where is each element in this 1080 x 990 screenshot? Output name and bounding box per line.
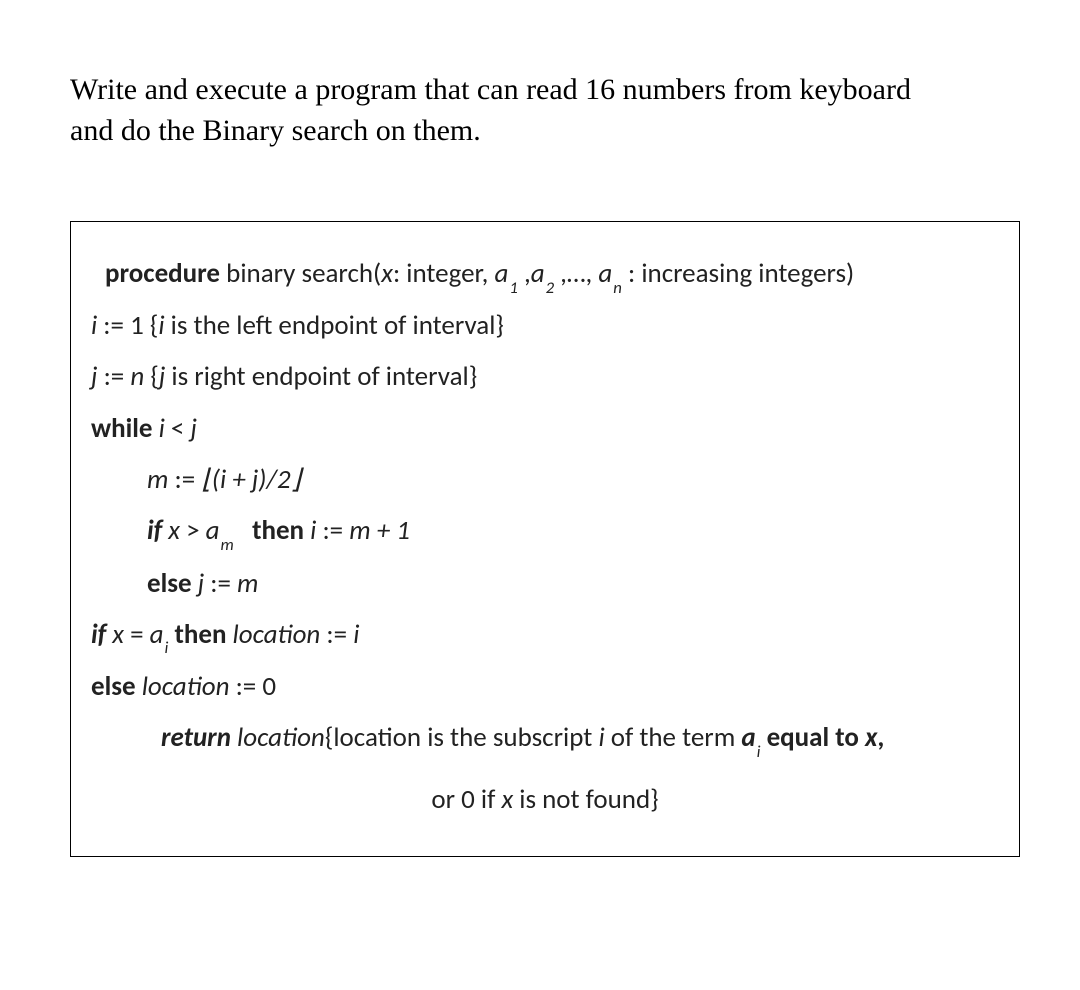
comment-i-rest: is the left endpoint of interval} — [165, 309, 504, 342]
sub-i: i — [164, 638, 169, 658]
lit-zero: 0 — [262, 670, 276, 703]
else-loc: location — [136, 670, 236, 703]
or-post: is not found} — [513, 783, 659, 816]
kw-if-2: if — [91, 618, 106, 651]
ret-open: {location is the subscript — [325, 721, 599, 754]
prompt-line-1: Write and execute a program that can rea… — [70, 73, 911, 106]
assign-1: := — [97, 309, 130, 342]
if1-x: x — [162, 514, 186, 547]
ret-comma: , — [877, 721, 884, 754]
loc-i: i — [353, 618, 359, 651]
ret-loc: location — [231, 721, 325, 754]
assign-4: := — [322, 514, 349, 547]
if1-a: a — [206, 514, 220, 547]
kw-return: return — [161, 721, 231, 754]
line-while: while i < j — [91, 403, 999, 454]
kw-if-1: if — [147, 514, 162, 547]
kw-then-1: then — [252, 514, 304, 547]
line-m: m := ⌊(i + j)/2⌋ — [91, 454, 999, 505]
sig-x: x — [381, 257, 393, 290]
kw-while: while — [91, 412, 152, 445]
kw-then-2: then — [175, 618, 227, 651]
or-x: x — [501, 783, 513, 816]
if2-a: a — [150, 618, 164, 651]
line-if2: if x = ai then location := i — [91, 609, 999, 661]
pseudocode-box: procedure binary search(x: integer, a1 ,… — [70, 221, 1020, 857]
line-i-init: i := 1 {i is the left endpoint of interv… — [91, 300, 999, 351]
then-loc: location — [226, 618, 326, 651]
lit-n: n — [130, 360, 144, 393]
while-i: i — [152, 412, 170, 445]
ret-sub-i: i — [756, 742, 761, 762]
sig-a1: a — [494, 257, 508, 290]
op-eq: = — [130, 618, 150, 651]
sig-a3: a — [598, 257, 612, 290]
line-return: return location{location is the subscrip… — [91, 712, 999, 764]
line-else1: else j := m — [91, 558, 999, 609]
lit-1: 1 { — [130, 309, 158, 342]
ret-a: a — [741, 721, 755, 754]
kw-else-2: else — [91, 670, 136, 703]
comment-j-rest: is right endpoint of interval} — [165, 360, 477, 393]
sub-n: n — [612, 278, 622, 298]
j-open: { — [144, 360, 159, 393]
m-plus-1: m + 1 — [349, 514, 410, 547]
else-j: j — [192, 567, 211, 600]
line-j-init: j := n {j is right endpoint of interval} — [91, 351, 999, 402]
assign-2: := — [97, 360, 130, 393]
sub-m: m — [220, 535, 234, 555]
or-pre: or 0 if — [431, 783, 501, 816]
op-gt: > — [186, 514, 206, 547]
proc-header-line: procedure binary search(x: integer, a1 ,… — [91, 248, 999, 300]
prompt-line-2: and do the Binary search on them. — [70, 114, 481, 147]
var-m: m — [147, 463, 168, 496]
document-page: Write and execute a program that can rea… — [0, 0, 1080, 897]
assign-3: := — [168, 463, 201, 496]
kw-procedure: procedure — [105, 257, 220, 290]
while-j: j — [190, 412, 196, 445]
ret-x: x — [865, 721, 877, 754]
ret-mid: of the term — [605, 721, 742, 754]
sig-c2: ,…, — [554, 257, 598, 290]
op-lt: < — [171, 412, 191, 445]
question-prompt: Write and execute a program that can rea… — [70, 70, 1020, 151]
kw-else-1: else — [147, 567, 192, 600]
assign-6: := — [326, 618, 353, 651]
line-else2: else location := 0 — [91, 661, 999, 712]
sub-1: 1 — [508, 278, 517, 298]
line-or: or 0 if x is not found} — [91, 774, 999, 825]
assign-7: := — [236, 670, 263, 703]
else-m: m — [237, 567, 258, 600]
sig-int: : integer, — [393, 257, 495, 290]
sub-2: 2 — [545, 278, 554, 298]
sig-a2: a — [531, 257, 545, 290]
if2-x: x — [106, 618, 130, 651]
sig-inc: : increasing integers) — [622, 257, 854, 290]
m-rhs: ⌊(i + j)/2⌋ — [201, 463, 301, 496]
assign-5: := — [210, 567, 237, 600]
line-if1: if x > am then i := m + 1 — [91, 505, 999, 557]
ret-eq: equal to — [760, 721, 864, 754]
then-i: i — [304, 514, 322, 547]
proc-name: binary search( — [220, 257, 381, 290]
sig-c1: , — [518, 257, 531, 290]
